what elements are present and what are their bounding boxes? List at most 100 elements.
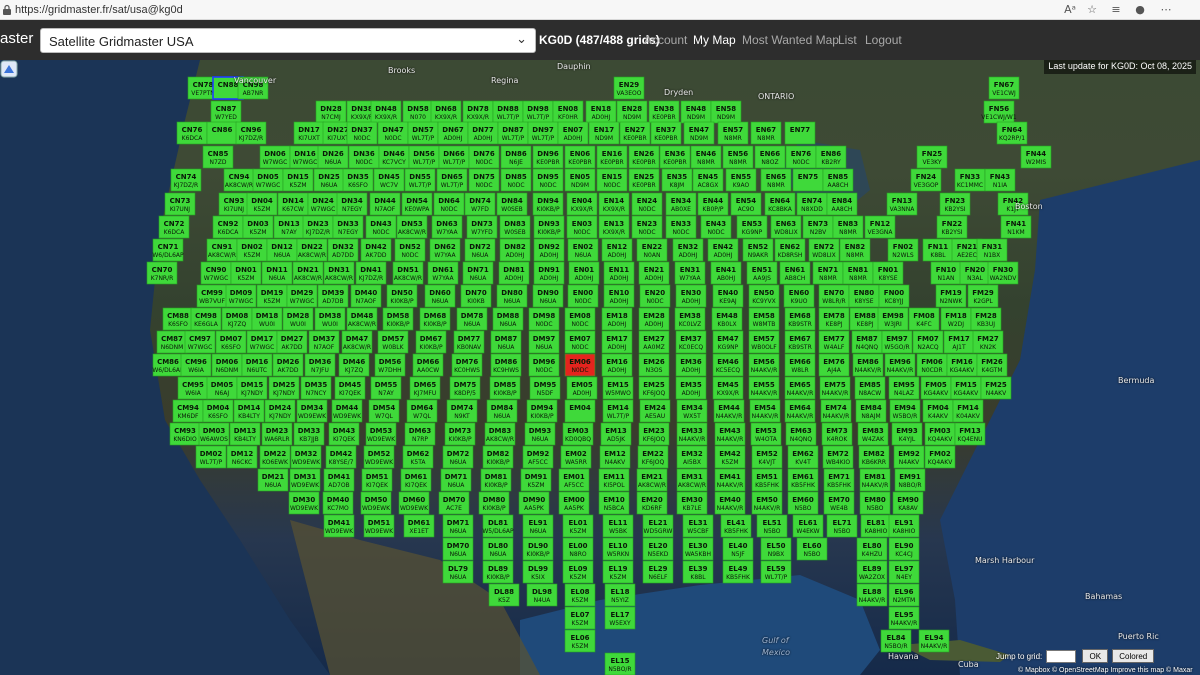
grid-square[interactable]: DM84N6UA (486, 399, 518, 423)
jump-ok-button[interactable]: OK (1082, 649, 1109, 663)
grid-square[interactable]: EM02WA5RR (560, 445, 592, 469)
grid-square[interactable]: EL97N4EY (888, 560, 920, 584)
grid-square[interactable]: EN77 (784, 121, 816, 145)
grid-square[interactable]: DM24KJ7NDY (264, 399, 296, 423)
grid-square[interactable]: DN91AD0HJ (533, 261, 565, 285)
grid-square[interactable]: DM54W7QL (368, 399, 400, 423)
grid-square[interactable]: EN73N2BV (802, 215, 834, 239)
grid-square[interactable]: CN93KI7UNJ (218, 192, 250, 216)
grid-square[interactable]: EN27KE0PBR (619, 121, 651, 145)
grid-square[interactable]: DN24W7WGC (307, 192, 339, 216)
grid-square[interactable]: EN14KX9X/R (598, 192, 630, 216)
grid-square[interactable]: EN46N8MR (690, 145, 722, 169)
grid-square[interactable]: EM71KB5FHK (823, 468, 855, 492)
grid-square[interactable]: EL21WD5GRW (642, 514, 674, 538)
grid-square[interactable]: DM60WD9EWK (398, 491, 430, 515)
grid-square[interactable]: EN76N0DC (785, 145, 817, 169)
grid-square[interactable]: EN16KE0PBR (596, 145, 628, 169)
grid-square[interactable]: EM16AD0HJ (601, 353, 633, 377)
grid-square[interactable]: FN31N1BX (976, 238, 1008, 262)
grid-square[interactable]: EN04KX9X/R (566, 192, 598, 216)
grid-square[interactable]: EM96N4AKV/R (884, 353, 916, 377)
grid-square[interactable]: DN17KI7UXT (293, 121, 325, 145)
grid-square[interactable]: EN00N0DC (567, 284, 599, 308)
grid-square[interactable]: EM27AA0MZ (638, 330, 670, 354)
grid-square[interactable]: DM61XE1ET (403, 514, 435, 538)
grid-square[interactable]: EM23KF6JOQ (638, 422, 670, 446)
grid-square[interactable]: DM81KI0KB/P (480, 468, 512, 492)
grid-square[interactable]: DM61KI7QEK (400, 468, 432, 492)
grid-map[interactable]: CN78 VE7PTN CN88 CN98 AB7NR EN29 VA3EOO FN67 VE1… (0, 60, 1200, 675)
grid-square[interactable]: EN36KE0PBR (659, 145, 691, 169)
grid-square[interactable]: DM15KJ7NDY (236, 376, 268, 400)
grid-square[interactable]: EN10AD0HJ (603, 284, 635, 308)
grid-square[interactable]: DM39AD7DB (317, 284, 349, 308)
grid-square[interactable]: EN12AD0HJ (601, 238, 633, 262)
grid-square[interactable]: DM37N7AOF (308, 330, 340, 354)
grid-square[interactable]: DM70AC7E (438, 491, 470, 515)
grid-square[interactable]: DM21N6UA (257, 468, 289, 492)
grid-square[interactable]: EM61KB5FHK (787, 468, 819, 492)
grid-square[interactable]: DN55WL7T/P (404, 168, 436, 192)
grid-square[interactable]: DM58KI0KB/P (382, 307, 414, 331)
grid-square[interactable]: FM03KQ4AKV (924, 422, 956, 446)
grid-square[interactable]: EN03N0DC (566, 215, 598, 239)
grid-square[interactable]: EN51AA9JS (746, 261, 778, 285)
grid-square[interactable]: DM91K5ZM (520, 468, 552, 492)
grid-square[interactable]: EM22KF6JOQ (637, 445, 669, 469)
grid-square[interactable]: DN95N0DC (532, 168, 564, 192)
grid-square[interactable]: EN58ND9M (710, 100, 742, 124)
grid-square[interactable]: EL61W4EKW (792, 514, 824, 538)
grid-square[interactable]: EN07AD0HJ (557, 121, 589, 145)
grid-square[interactable]: EM48KB0LX (711, 307, 743, 331)
grid-square[interactable]: EN85AA8CH (822, 168, 854, 192)
grid-square[interactable]: EN13KX9X/R (598, 215, 630, 239)
grid-square[interactable]: EM90KA8AV (892, 491, 924, 515)
grid-square[interactable]: EL31W5CBF (682, 514, 714, 538)
grid-square[interactable]: EM85N8ACW (854, 376, 886, 400)
grid-square[interactable]: EL81KA8HIO (860, 514, 892, 538)
grid-square[interactable]: FN33KC1MMC (954, 168, 986, 192)
grid-square[interactable]: DM64W7QL (406, 399, 438, 423)
grid-square[interactable]: DN74W7FD (464, 192, 496, 216)
grid-square[interactable]: EL96N2MTM (888, 583, 920, 607)
grid-square[interactable]: FM05KG4AKV (920, 376, 952, 400)
grid-square[interactable]: DN77AD0HJ (467, 121, 499, 145)
grid-square[interactable]: DN92AD0HJ (533, 238, 565, 262)
grid-square[interactable]: EN32AD0HJ (672, 238, 704, 262)
grid-square[interactable]: CM88K6SFO (162, 307, 194, 331)
grid-square[interactable]: DM87N6UA (490, 330, 522, 354)
grid-square[interactable]: CN74KJ7DZ/R (170, 168, 202, 192)
grid-square[interactable]: EM15W5MWO (602, 376, 634, 400)
grid-square[interactable]: DN46KC7VCY (378, 145, 410, 169)
grid-square[interactable]: EM65N4AKV/R (784, 376, 816, 400)
grid-square[interactable]: EN30AD0HJ (675, 284, 707, 308)
grid-square[interactable]: FN64KQ2RP/1 (996, 121, 1028, 145)
grid-square[interactable]: DN04K5ZM (246, 192, 278, 216)
grid-square[interactable]: EL41KB5FHK (720, 514, 752, 538)
grid-square[interactable]: CM98KE6GLA (190, 307, 222, 331)
grid-square[interactable]: FM02KQ4AKV (924, 445, 956, 469)
grid-square[interactable]: EL00N8RO (562, 537, 594, 561)
grid-square[interactable]: DN86N6JE (500, 145, 532, 169)
grid-square[interactable]: EM60N5BO (787, 491, 819, 515)
grid-square[interactable]: DM47AK8CW/R (341, 330, 373, 354)
grid-square[interactable]: EN37KE0PBR (650, 121, 682, 145)
favorites-bar-icon[interactable]: ≡ (1108, 2, 1124, 18)
grid-square[interactable]: EM41N4AKV/R (714, 468, 746, 492)
grid-square[interactable]: EM53W4OTA (750, 422, 782, 446)
grid-square[interactable]: EM47KG9NP (712, 330, 744, 354)
grid-square[interactable]: FM17AJ1T (943, 330, 975, 354)
grid-square[interactable]: DL90KI0KB/P (522, 537, 554, 561)
grid-square[interactable]: EL51N5BO (756, 514, 788, 538)
grid-square[interactable]: EM44N4AKV/R (713, 399, 745, 423)
grid-square[interactable]: DM63N7RP (404, 422, 436, 446)
grid-square[interactable]: EL18N5YIZ (604, 583, 636, 607)
grid-square[interactable]: FN00KC8YJJ (878, 284, 910, 308)
grid-square[interactable]: FM18W2DJ (940, 307, 972, 331)
grid-square[interactable]: EM46KC5ECQ (712, 353, 744, 377)
grid-square[interactable]: DN21AK8CW/R (292, 261, 324, 285)
grid-square[interactable]: DN68KX9X/R (430, 100, 462, 124)
grid-square[interactable]: DN63W7YAA (431, 215, 463, 239)
grid-square[interactable]: EN26KE0PBR (628, 145, 660, 169)
